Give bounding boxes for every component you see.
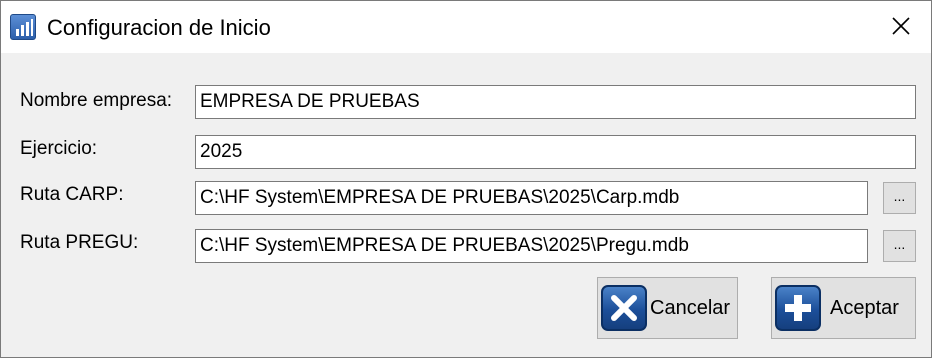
accept-button-label: Aceptar <box>830 297 899 319</box>
plus-icon <box>775 285 821 331</box>
window-title: Configuracion de Inicio <box>47 15 271 40</box>
x-icon <box>601 285 647 331</box>
ruta-pregu-browse-button[interactable]: ... <box>883 230 916 262</box>
dialog-window: Configuracion de Inicio Nombre empresa: … <box>0 0 932 358</box>
cancel-button[interactable]: Cancelar <box>597 277 738 339</box>
ruta-carp-label: Ruta CARP: <box>20 184 124 205</box>
ruta-carp-input[interactable]: C:\HF System\EMPRESA DE PRUEBAS\2025\Car… <box>195 181 868 215</box>
close-icon <box>892 17 910 35</box>
title-bar[interactable]: Configuracion de Inicio <box>1 1 931 53</box>
cancel-button-label: Cancelar <box>650 297 731 319</box>
ejercicio-label: Ejercicio: <box>20 138 98 159</box>
ruta-pregu-label: Ruta PREGU: <box>20 232 139 253</box>
ruta-carp-browse-button[interactable]: ... <box>883 182 916 214</box>
accept-button[interactable]: Aceptar <box>771 277 916 339</box>
ejercicio-input[interactable]: 2025 <box>195 135 916 169</box>
nombre-empresa-label: Nombre empresa: <box>20 90 173 111</box>
close-button[interactable] <box>869 1 931 53</box>
bar-chart-icon <box>10 14 36 40</box>
nombre-empresa-input[interactable]: EMPRESA DE PRUEBAS <box>195 85 916 119</box>
ruta-pregu-input[interactable]: C:\HF System\EMPRESA DE PRUEBAS\2025\Pre… <box>195 229 868 263</box>
